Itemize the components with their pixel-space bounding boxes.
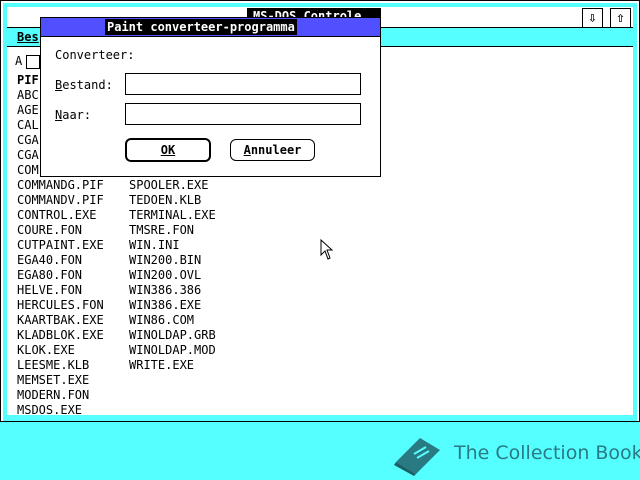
file-list-item[interactable]: COMMANDV.PIF [17, 193, 104, 208]
source-label-rest: estand: [62, 78, 113, 92]
source-label: Bestand: [55, 78, 113, 92]
file-list-item[interactable]: MODERN.FON [17, 388, 104, 403]
cancel-button-rest: nnuleer [250, 143, 302, 157]
file-list-item[interactable]: KLOK.EXE [17, 343, 104, 358]
file-list-item[interactable]: HERCULES.FON [17, 298, 104, 313]
file-list-item[interactable]: EGA40.FON [17, 253, 104, 268]
file-list-item[interactable]: KLADBLOK.EXE [17, 328, 104, 343]
file-list-item[interactable]: TEDOEN.KLB [129, 193, 216, 208]
file-list-item[interactable]: TERMINAL.EXE [129, 208, 216, 223]
target-label: Naar: [55, 108, 91, 122]
file-list-item[interactable]: WRITE.EXE [129, 358, 216, 373]
file-list-item[interactable]: COURE.FON [17, 223, 104, 238]
file-list-item[interactable]: COMMANDG.PIF [17, 178, 104, 193]
file-list-item[interactable]: TMSRE.FON [129, 223, 216, 238]
mouse-pointer-icon [320, 239, 334, 260]
drive-bar: A [15, 53, 41, 69]
ok-button-label: OK [160, 143, 176, 157]
file-list-item[interactable]: KAARTBAK.EXE [17, 313, 104, 328]
dialog-heading: Converteer: [55, 48, 135, 62]
file-list-item[interactable]: HELVE.FON [17, 283, 104, 298]
file-column-2: SPOOLER.EXE TEDOEN.KLB TERMINAL.EXE TMSRE.F… [129, 178, 216, 373]
source-input[interactable] [125, 73, 361, 95]
drive-icon[interactable] [26, 54, 41, 69]
file-list-item[interactable]: LEESME.KLB [17, 358, 104, 373]
file-list-item[interactable]: WIN386.EXE [129, 298, 216, 313]
file-list-item[interactable]: WIN200.BIN [129, 253, 216, 268]
file-list-item[interactable]: WINOLDAP.GRB [129, 328, 216, 343]
paint-converter-dialog: Paint converteer-programma Converteer: B… [40, 17, 381, 177]
cancel-button[interactable]: Annuleer [230, 139, 315, 161]
file-list-item[interactable]: MEMSET.EXE [17, 373, 104, 388]
file-list-item[interactable]: MSDOS.EXE [17, 403, 104, 418]
maximize-arrow-icon[interactable]: ⇧ [610, 8, 631, 28]
dialog-titlebar[interactable]: Paint converteer-programma [41, 18, 380, 37]
file-list-item[interactable]: EGA80.FON [17, 268, 104, 283]
file-list-item[interactable]: CUTPAINT.EXE [17, 238, 104, 253]
file-list-item[interactable]: WIN86.COM [129, 313, 216, 328]
target-label-rest: aar: [62, 108, 92, 122]
brand-text: The Collection Book [454, 442, 640, 464]
cancel-button-key: A [243, 143, 251, 157]
dialog-title: Paint converteer-programma [105, 19, 297, 35]
target-input[interactable] [125, 103, 361, 125]
ok-button[interactable]: OK [125, 138, 211, 162]
file-list-item[interactable]: WIN386.386 [129, 283, 216, 298]
menu-item-bestand[interactable]: Bes [17, 30, 39, 44]
file-list-item[interactable]: WINOLDAP.MOD [129, 343, 216, 358]
minimize-arrow-icon[interactable]: ⇩ [582, 8, 603, 28]
file-list-item[interactable]: CONTROL.EXE [17, 208, 104, 223]
book-logo-icon [394, 438, 440, 476]
file-list-item[interactable]: WIN200.OVL [129, 268, 216, 283]
file-list-item[interactable]: WIN.INI [129, 238, 216, 253]
drive-letter[interactable]: A [15, 54, 22, 68]
file-list-item[interactable]: SPOOLER.EXE [129, 178, 216, 193]
